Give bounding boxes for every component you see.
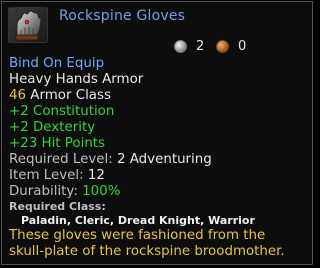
required-level-value: 2 Adventuring	[116, 152, 212, 167]
silver-amount: 2	[196, 39, 205, 54]
gauntlet-icon	[15, 10, 42, 41]
armor-class-line: 46 Armor Class	[9, 88, 309, 104]
item-level-label: Item Level:	[9, 168, 88, 183]
required-level: Required Level: 2 Adventuring	[9, 152, 309, 168]
item-description-line-1: These gloves were fashioned from the	[9, 228, 266, 243]
item-level: Item Level: 12	[9, 168, 309, 184]
copper-amount: 0	[238, 39, 247, 54]
durability: Durability: 100%	[9, 184, 309, 200]
item-level-value: 12	[87, 168, 105, 183]
silver-coin-icon	[174, 40, 187, 53]
stat-dexterity: +2 Dexterity	[9, 120, 96, 135]
durability-label: Durability:	[9, 184, 83, 199]
durability-value: 100%	[82, 184, 121, 199]
copper-price: 0	[216, 39, 246, 54]
stat-hit-points: +23 Hit Points	[9, 136, 106, 151]
stat-constitution: +2 Constitution	[9, 104, 115, 119]
item-name: Rockspine Gloves	[59, 8, 186, 24]
required-class-list: Paladin, Cleric, Dread Knight, Warrior	[21, 214, 255, 227]
copper-coin-icon	[216, 40, 229, 53]
required-class-label: Required Class:	[9, 200, 106, 213]
bind-type: Bind On Equip	[9, 56, 105, 71]
armor-label: Armor Class	[26, 88, 111, 103]
item-icon	[8, 7, 48, 43]
item-type: Heavy Hands Armor	[9, 72, 144, 87]
item-tooltip: Rockspine Gloves 2 0 Bind On Equip Heavy…	[1, 1, 313, 265]
required-level-label: Required Level:	[9, 152, 117, 167]
armor-value: 46	[9, 88, 27, 103]
silver-price: 2	[174, 39, 204, 54]
item-stats: Bind On Equip Heavy Hands Armor 46 Armor…	[9, 56, 309, 260]
item-description-line-2: skull-plate of the rockspine broodmother…	[9, 244, 285, 259]
